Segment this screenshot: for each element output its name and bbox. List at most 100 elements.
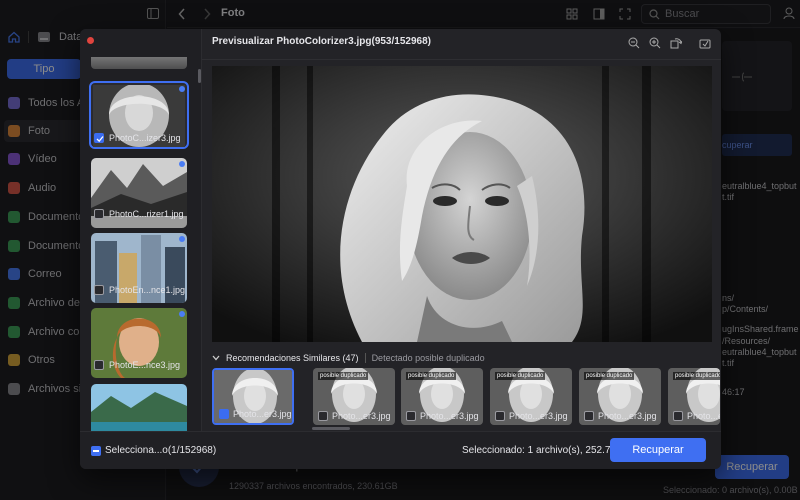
recover-link[interactable]: cuperar xyxy=(722,134,792,156)
select-all-label: Selecciona...o(1/152968) xyxy=(105,445,217,456)
photo-icon xyxy=(8,125,20,137)
sidebar-item-label: Otros xyxy=(28,354,55,366)
duplicate-tag: posible duplicado xyxy=(495,372,546,380)
recover-button[interactable]: Recuperar xyxy=(610,438,706,462)
preview-title: Previsualizar PhotoColorizer3.jpg(953/15… xyxy=(212,36,431,47)
checkbox[interactable] xyxy=(94,209,104,219)
panel-view-icon[interactable] xyxy=(593,8,605,20)
tipo-button[interactable]: Tipo xyxy=(7,59,81,79)
mail-icon xyxy=(8,268,20,280)
similar-hint: Detectado posible duplicado xyxy=(371,353,485,363)
sidebar-item[interactable]: Correo xyxy=(8,263,62,285)
sidebar-item-label: Correo xyxy=(28,268,62,280)
similar-item[interactable]: Photo...er3.jpg xyxy=(212,368,294,425)
selected-summary-bg: Seleccionado: 0 archivo(s), 0.00B xyxy=(663,485,798,495)
user-icon[interactable] xyxy=(783,7,795,20)
back-icon[interactable] xyxy=(178,8,186,20)
page-title: Foto xyxy=(221,7,245,19)
path-line-6: /Resources/ xyxy=(722,336,771,346)
preview-placeholder xyxy=(722,41,792,111)
similar-label: Photo...er3.jpg xyxy=(420,411,479,421)
forward-icon[interactable] xyxy=(203,8,211,20)
all-files-icon xyxy=(8,97,20,109)
zoom-in-icon[interactable] xyxy=(649,37,661,49)
checkbox[interactable] xyxy=(495,411,505,421)
toolbar: Foto Buscar xyxy=(147,0,800,28)
unsaved-icon xyxy=(8,383,20,395)
home-icon[interactable] xyxy=(8,31,20,43)
new-indicator-icon xyxy=(179,161,185,167)
similar-item[interactable]: posible duplicado Photo...er3.jpg xyxy=(401,368,483,425)
scan-icon[interactable] xyxy=(619,8,631,20)
selected-summary: Seleccionado: 1 archivo(s), 252.79KB xyxy=(462,445,630,456)
thumbnail-item[interactable] xyxy=(91,384,187,431)
similar-item[interactable]: posible duplicado Photo...er3.jpg xyxy=(668,368,720,425)
sidebar-item-label: Vídeo xyxy=(28,153,57,165)
sidebar-item[interactable]: Audio xyxy=(8,177,56,199)
search-input[interactable]: Buscar xyxy=(641,4,771,24)
archive-icon xyxy=(8,297,20,309)
thumbnail-caption: PhotoC...rizer1.jpg xyxy=(94,209,184,219)
export-icon[interactable] xyxy=(699,37,711,49)
select-all[interactable]: Selecciona...o(1/152968) xyxy=(91,445,216,456)
sidebar-item-label: Audio xyxy=(28,182,57,194)
chevron-down-icon[interactable] xyxy=(212,355,220,361)
thumbnail-list[interactable]: PhotoC...izer3.jpg PhotoC...rizer1.jpg P… xyxy=(80,29,202,431)
sidebar-header: Data xyxy=(8,31,82,43)
duplicate-tag: posible duplicado xyxy=(673,372,720,380)
thumbnail-partial[interactable] xyxy=(91,57,187,69)
sidebar-item[interactable]: Documento xyxy=(8,206,84,228)
scan-summary: 1290337 archivos encontrados, 230.61GB xyxy=(229,481,398,491)
checkbox[interactable] xyxy=(673,411,683,421)
similar-label: Photo...er3.jpg xyxy=(332,411,391,421)
grid-view-icon[interactable] xyxy=(566,8,578,20)
similar-item[interactable]: posible duplicado Photo...er3.jpg xyxy=(579,368,661,425)
sidebar-item-label: Documento xyxy=(28,211,85,223)
thumbnail-scrollbar[interactable] xyxy=(198,69,201,83)
similar-header: Recomendaciones Similares (47) Detectado… xyxy=(212,353,485,363)
similar-caption: Photo...er3.jpg xyxy=(584,411,657,421)
similar-caption: Photo...er3.jpg xyxy=(219,409,292,419)
thumbnail-label: PhotoC...izer3.jpg xyxy=(109,133,181,143)
path-line-2: t.tif xyxy=(722,192,735,202)
close-dot-icon[interactable] xyxy=(87,37,94,44)
similar-caption: Photo...er3.jpg xyxy=(495,411,568,421)
sidebar-item[interactable]: Vídeo xyxy=(8,148,57,170)
zoom-out-icon[interactable] xyxy=(628,37,640,49)
root-label[interactable]: Data xyxy=(59,31,82,43)
checkbox[interactable] xyxy=(584,411,594,421)
similar-label: Photo...er3.jpg xyxy=(598,411,657,421)
checkbox[interactable] xyxy=(94,285,104,295)
checkbox[interactable] xyxy=(219,409,229,419)
thumbnail-caption: PhotoE...nce3.jpg xyxy=(94,360,180,370)
thumbnail-label: PhotoE...nce3.jpg xyxy=(109,360,181,370)
similar-caption: Photo...er3.jpg xyxy=(673,411,720,421)
sidebar-item-label: Foto xyxy=(28,125,51,137)
sidebar-toggle-icon[interactable] xyxy=(147,8,159,19)
duplicate-tag: posible duplicado xyxy=(318,372,369,380)
similar-label: Photo...er3.jpg xyxy=(687,411,720,421)
new-indicator-icon xyxy=(179,86,185,92)
similar-scrollbar[interactable] xyxy=(312,427,350,430)
sidebar-item[interactable]: Otros xyxy=(8,349,55,371)
duplicate-tag: posible duplicado xyxy=(584,372,635,380)
path-line-1: eutralblue4_topbut xyxy=(722,181,797,191)
sidebar-item[interactable]: Documentos xyxy=(8,235,90,257)
divider xyxy=(202,59,721,60)
checkbox[interactable] xyxy=(94,133,104,143)
similar-label: Photo...er3.jpg xyxy=(233,409,292,419)
documents-icon xyxy=(8,240,20,252)
preview-image xyxy=(212,66,712,342)
checkbox[interactable] xyxy=(406,411,416,421)
rotate-icon[interactable] xyxy=(670,37,682,49)
recover-button-bg[interactable]: Recuperar xyxy=(715,455,789,479)
similar-item[interactable]: posible duplicado Photo...er3.jpg xyxy=(313,368,395,425)
checkbox[interactable] xyxy=(318,411,328,421)
similar-label: Photo...er3.jpg xyxy=(509,411,568,421)
thumbnail-label: PhotoEn...nce1.jpg xyxy=(109,285,186,295)
thumbnail-caption: PhotoEn...nce1.jpg xyxy=(94,285,185,295)
similar-item[interactable]: posible duplicado Photo...er3.jpg xyxy=(490,368,572,425)
checkbox[interactable] xyxy=(94,360,104,370)
path-line-5: ugInsShared.frame xyxy=(722,324,799,334)
indeterminate-checkbox-icon[interactable] xyxy=(91,445,101,456)
